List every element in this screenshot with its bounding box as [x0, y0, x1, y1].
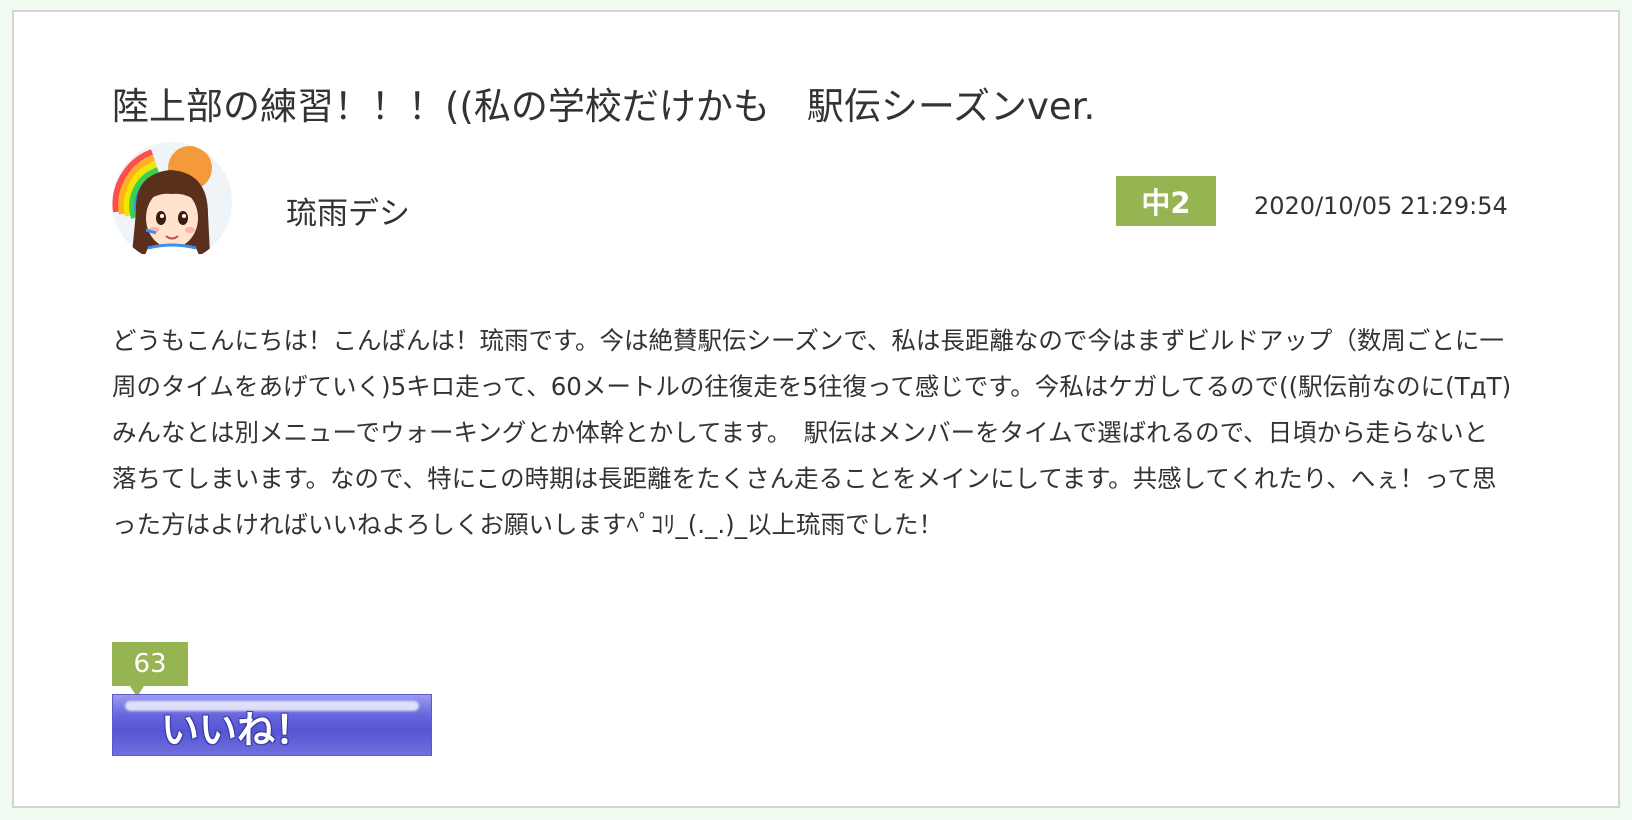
girl-avatar-icon	[112, 146, 212, 262]
like-button-label: いいね！	[160, 708, 313, 752]
grade-badge: 中2	[1116, 176, 1216, 226]
author-name[interactable]: 琉雨デシ	[286, 188, 410, 233]
post-timestamp: 2020/10/05 21:29:54	[1254, 192, 1508, 220]
avatar[interactable]	[112, 142, 232, 262]
post-card: 陸上部の練習！！！((私の学校だけかも 駅伝シーズンver. 琉雨デシ 中2 2…	[12, 10, 1620, 808]
like-button[interactable]: いいね！	[112, 694, 432, 756]
post-body: どうもこんにちは！こんばんは！琉雨です。今は絶賛駅伝シーズンで、私は長距離なので…	[112, 326, 1536, 539]
like-count-badge: 63	[112, 642, 188, 697]
like-count: 63	[133, 649, 167, 679]
post-title: 陸上部の練習！！！((私の学校だけかも 駅伝シーズンver.	[112, 85, 1096, 128]
